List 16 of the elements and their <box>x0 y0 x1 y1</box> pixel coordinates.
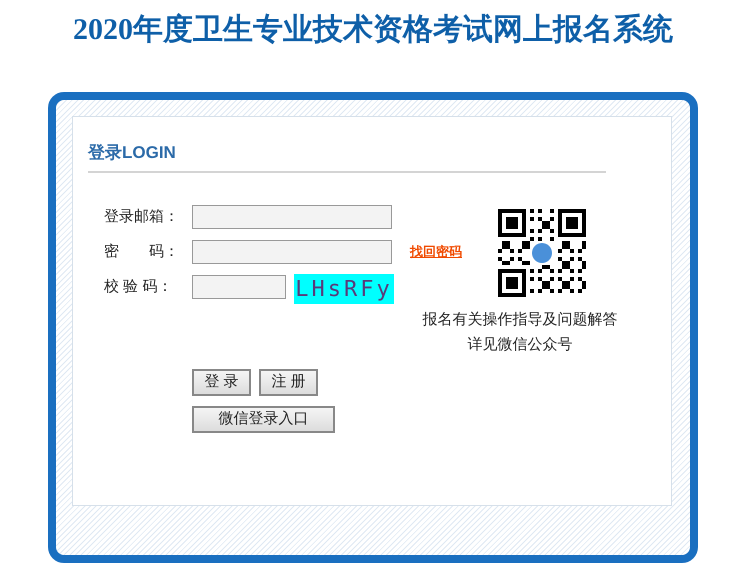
forgot-password-link[interactable]: 找回密码 <box>410 242 462 262</box>
qr-caption: 详见微信公众号 <box>468 335 572 355</box>
register-button[interactable]: 注 册 <box>259 369 318 396</box>
captcha-field[interactable] <box>192 275 286 299</box>
email-field[interactable] <box>192 205 392 229</box>
field-label: 密 码： <box>104 242 180 262</box>
captcha-image[interactable]: LHsRFy <box>294 274 394 304</box>
section-heading: 登录LOGIN <box>88 142 177 164</box>
qr-code-icon <box>498 209 586 297</box>
field-label: 登录邮箱： <box>104 206 180 227</box>
qr-caption: 报名有关操作指导及问题解答 <box>422 310 618 330</box>
password-field[interactable] <box>192 240 392 264</box>
page-title: 2020年度卫生专业技术资格考试网上报名系统 <box>73 12 673 48</box>
wechat-login-button[interactable]: 微信登录入口 <box>192 406 335 433</box>
login-button[interactable]: 登 录 <box>192 369 251 396</box>
field-label: 校 验 码： <box>104 276 174 297</box>
